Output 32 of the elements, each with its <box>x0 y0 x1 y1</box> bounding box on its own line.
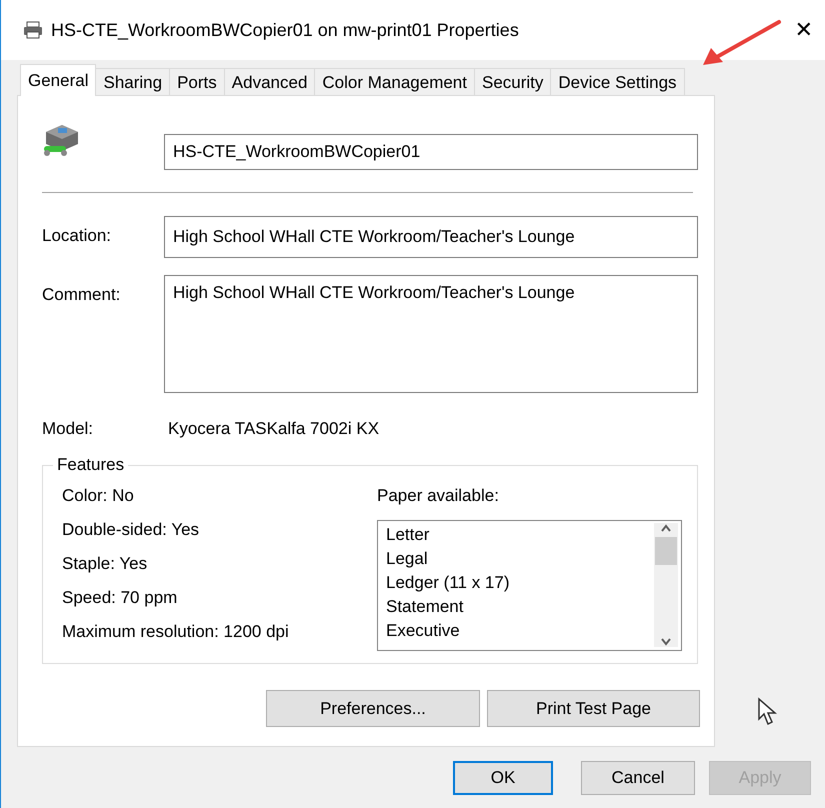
feature-text: Maximum resolution: 1200 dpi <box>62 622 290 642</box>
dialog-button[interactable]: OK <box>453 761 553 795</box>
dialog-button[interactable]: Print Test Page <box>487 690 700 727</box>
list-item[interactable]: Letter <box>386 523 654 547</box>
model-value: Kyocera TASKalfa 7002i KX <box>168 419 380 439</box>
feature-text: Double-sided: Yes <box>62 520 200 540</box>
tab[interactable]: Device Settings <box>550 68 685 96</box>
mouse-cursor-icon <box>757 697 779 727</box>
paper-label: Paper available: <box>377 486 500 506</box>
dialog-button[interactable]: Cancel <box>581 761 695 795</box>
scroll-bar[interactable] <box>654 523 678 647</box>
comment-field[interactable]: High School WHall CTE Workroom/Teacher's Lounge <box>164 275 698 393</box>
caret-down-icon <box>660 637 672 647</box>
scroll-thumb[interactable] <box>655 537 677 565</box>
window-title: HS-CTE_WorkroomBWCopier01 on mw-print01 Properties <box>51 20 520 40</box>
field-label: Comment: <box>42 284 122 305</box>
close-button[interactable]: ✕ <box>788 18 819 42</box>
feature-text: Speed: 70 ppm <box>62 588 178 608</box>
list-item[interactable]: Legal <box>386 547 654 571</box>
field-label: Location: <box>42 225 112 246</box>
list-item[interactable]: Statement <box>386 595 654 619</box>
feature-text: Staple: Yes <box>62 554 148 574</box>
field-label: Model: <box>42 419 94 439</box>
list-item[interactable]: Ledger (11 x 17) <box>386 571 654 595</box>
feature-text: Color: No <box>62 486 135 506</box>
printer-name-field[interactable]: HS-CTE_WorkroomBWCopier01 <box>164 134 698 170</box>
caret-up-icon <box>660 523 672 533</box>
printer-icon <box>23 21 43 39</box>
list-item[interactable]: Executive <box>386 619 654 643</box>
location-field[interactable]: High School WHall CTE Workroom/Teacher's Lounge <box>164 216 698 258</box>
tab[interactable]: General <box>20 64 96 96</box>
dialog-button[interactable]: Preferences... <box>266 690 480 727</box>
